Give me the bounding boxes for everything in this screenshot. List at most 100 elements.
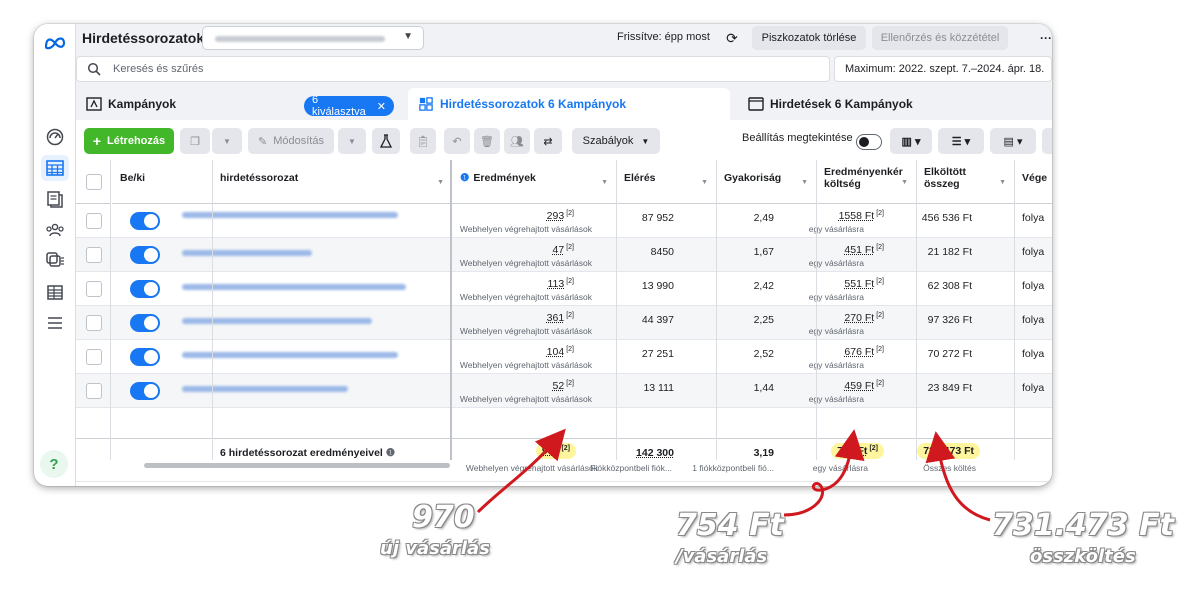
meta-logo-icon[interactable] — [41, 30, 69, 56]
column-header-amount-spent[interactable]: Elköltött összeg ▼ — [916, 160, 1014, 204]
column-header-frequency[interactable]: Gyakoriság ▼ — [716, 160, 816, 204]
billing-icon[interactable] — [41, 279, 69, 305]
results-value[interactable]: 104 — [547, 346, 565, 358]
cpr-value[interactable]: 451 Ft — [844, 244, 874, 256]
column-header-cost-per-result[interactable]: Eredményenkér költség ▼ — [816, 160, 916, 204]
table-row[interactable]: 293 [2] Webhelyen végrehajtott vásárlások 8… — [76, 204, 1052, 238]
total-reach-value: 142 300 — [636, 447, 674, 459]
audiences-icon[interactable] — [41, 217, 69, 243]
ad-set-name-redacted[interactable] — [182, 284, 406, 290]
results-value[interactable]: 47 — [553, 244, 565, 256]
rules-button[interactable]: Szabályok ▼ — [572, 128, 660, 154]
table-row[interactable]: 113 [2] Webhelyen végrehajtott vásárlások 1… — [76, 272, 1052, 306]
ad-set-name-redacted[interactable] — [182, 212, 398, 218]
pages-icon[interactable] — [41, 186, 69, 212]
row-toggle[interactable] — [130, 314, 160, 332]
results-value[interactable]: 361 — [547, 312, 565, 324]
ab-test-button[interactable] — [372, 128, 400, 154]
row-toggle[interactable] — [130, 246, 160, 264]
row-checkbox[interactable] — [86, 383, 102, 399]
undo-button[interactable]: ↶ — [444, 128, 470, 154]
row-toggle[interactable] — [130, 348, 160, 366]
info-icon: ❶ — [385, 447, 396, 459]
ad-set-name-redacted[interactable] — [182, 386, 348, 392]
column-header-reach[interactable]: Elérés ▼ — [616, 160, 716, 204]
row-checkbox[interactable] — [86, 315, 102, 331]
cost-per-result-cell: 459 Ft [2] — [844, 380, 884, 392]
total-reach-sub: Fiókközpontbeli fiók... — [590, 463, 672, 473]
cpr-sub: egy vásárlásra — [808, 394, 864, 404]
select-all-checkbox[interactable] — [86, 174, 102, 190]
row-checkbox[interactable] — [86, 281, 102, 297]
cpr-value[interactable]: 459 Ft — [844, 380, 874, 392]
cpr-sup: [2] — [876, 380, 884, 387]
results-value[interactable]: 113 — [547, 278, 564, 290]
ad-set-name-redacted[interactable] — [182, 352, 398, 358]
ad-set-name-redacted[interactable] — [182, 318, 372, 324]
ad-set-name-redacted[interactable] — [182, 250, 312, 256]
horizontal-scrollbar[interactable] — [144, 463, 450, 468]
tab-ads[interactable]: Hirdetések 6 Kampányok — [740, 88, 1052, 120]
row-toggle[interactable] — [130, 382, 160, 400]
date-range-picker[interactable]: Maximum: 2022. szept. 7.–2024. ápr. 18. — [834, 56, 1052, 82]
menu-icon[interactable] — [41, 310, 69, 336]
table-view-icon[interactable] — [41, 155, 69, 181]
amount-spent-cell: 97 326 Ft — [927, 314, 972, 326]
review-publish-button[interactable]: Ellenőrzés és közzététel — [872, 26, 1008, 50]
table-row[interactable]: 361 [2] Webhelyen végrehajtott vásárlások 4… — [76, 306, 1052, 340]
cpr-value[interactable]: 676 Ft — [844, 346, 874, 358]
refresh-icon[interactable]: ⟳ — [721, 27, 743, 49]
audience-button[interactable]: 👥︎ — [504, 128, 530, 154]
reports-button[interactable]: ▤ ▾ — [990, 128, 1036, 154]
table-row[interactable]: 104 [2] Webhelyen végrehajtott vásárlások 2… — [76, 340, 1052, 374]
selection-badge[interactable]: 6 kiválasztva ✕ — [304, 94, 394, 118]
help-icon[interactable]: ? — [40, 450, 68, 478]
delete-button[interactable]: 🗑︎ — [474, 128, 500, 154]
clipboard-button[interactable]: 📋︎ — [410, 128, 436, 154]
row-toggle[interactable] — [130, 280, 160, 298]
view-setup-toggle[interactable] — [856, 134, 882, 150]
dashboard-icon[interactable] — [41, 124, 69, 150]
edit-button[interactable]: ✎ Módosítás — [248, 128, 334, 154]
cpr-sub: egy vásárlásra — [808, 224, 864, 234]
search-input[interactable]: Keresés és szűrés — [76, 56, 830, 82]
preview-button[interactable]: ⇄ — [534, 128, 562, 154]
column-header-results[interactable]: ❶ Eredmények ▼ — [452, 160, 616, 204]
edit-dropdown[interactable]: ▼ — [338, 128, 366, 154]
column-divider[interactable] — [450, 160, 452, 460]
cpr-sup: [2] — [876, 244, 884, 251]
breakdown-button[interactable]: ☰ ▾ — [938, 128, 984, 154]
column-header-onoff[interactable]: Be/ki — [112, 160, 212, 204]
row-checkbox[interactable] — [86, 213, 102, 229]
cpr-value[interactable]: 551 Ft — [844, 278, 874, 290]
tab-campaigns[interactable]: Kampányok 6 kiválasztva ✕ — [76, 88, 394, 120]
columns-button[interactable]: ▥ ▾ — [890, 128, 932, 154]
account-selector[interactable]: ▼ — [202, 26, 424, 50]
duplicate-dropdown[interactable]: ▼ — [212, 128, 242, 154]
duplicate-button[interactable]: ❐ — [180, 128, 210, 154]
table-row[interactable]: 52 [2] Webhelyen végrehajtott vásárlások 13… — [76, 374, 1052, 408]
results-value[interactable]: 293 — [547, 210, 565, 222]
close-icon[interactable]: ✕ — [377, 100, 386, 113]
column-header-name[interactable]: hirdetéssorozat ▼ — [212, 160, 452, 204]
row-checkbox[interactable] — [86, 247, 102, 263]
end-cell: folya — [1022, 382, 1045, 394]
create-button[interactable]: + Létrehozás — [84, 128, 174, 154]
row-checkbox[interactable] — [86, 349, 102, 365]
annotation-results-label: új vásárlás — [380, 538, 490, 559]
cpr-value[interactable]: 270 Ft — [844, 312, 874, 324]
table-row[interactable]: 47 [2] Webhelyen végrehajtott vásárlások 84… — [76, 238, 1052, 272]
discard-drafts-button[interactable]: Piszkozatok törlése — [752, 26, 866, 50]
catalog-icon[interactable] — [41, 248, 69, 274]
export-button[interactable]: ⤓ ▾ — [1042, 128, 1052, 154]
frequency-cell: 2,42 — [753, 280, 774, 292]
column-header-end[interactable]: Vége — [1014, 160, 1052, 204]
toggle-knob — [144, 248, 158, 262]
cpr-value[interactable]: 1558 Ft — [839, 210, 875, 222]
total-spent-sub: Összes költés — [923, 463, 976, 473]
tab-ad-sets[interactable]: Hirdetéssorozatok 6 Kampányok — [408, 88, 730, 120]
results-value[interactable]: 52 — [553, 380, 565, 392]
row-toggle[interactable] — [130, 212, 160, 230]
amount-spent-cell: 23 849 Ft — [927, 382, 972, 394]
more-icon[interactable]: ··· — [1036, 26, 1052, 50]
